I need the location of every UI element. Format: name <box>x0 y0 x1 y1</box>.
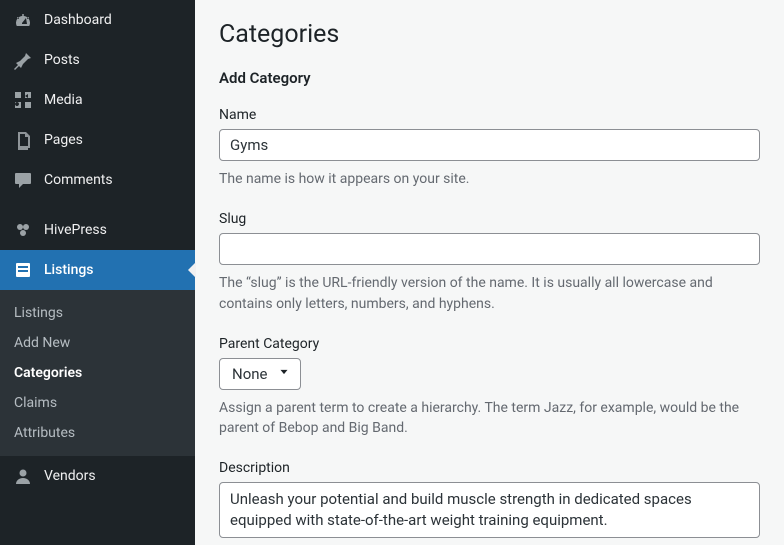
sidebar-item-label: Pages <box>44 132 83 148</box>
sidebar-item-label: Posts <box>44 52 80 68</box>
sidebar-item-label: Listings <box>44 262 94 278</box>
submenu-item-add-new[interactable]: Add New <box>0 328 195 358</box>
sidebar-item-label: Media <box>44 92 83 108</box>
section-title: Add Category <box>219 69 760 87</box>
submenu-item-listings[interactable]: Listings <box>0 298 195 328</box>
sidebar-item-vendors[interactable]: Vendors <box>0 456 195 496</box>
description-label: Description <box>219 460 760 476</box>
sidebar-item-label: Comments <box>44 172 113 188</box>
comment-icon <box>12 170 34 190</box>
description-textarea[interactable] <box>219 482 760 538</box>
sidebar-item-listings[interactable]: Listings <box>0 250 195 290</box>
sidebar-submenu: Listings Add New Categories Claims Attri… <box>0 290 195 456</box>
page-title: Categories <box>219 20 760 49</box>
slug-label: Slug <box>219 211 760 227</box>
field-description: Description <box>219 460 760 542</box>
dashboard-icon <box>12 10 34 30</box>
vendor-icon <box>12 466 34 486</box>
field-name: Name The name is how it appears on your … <box>219 107 760 189</box>
submenu-item-categories[interactable]: Categories <box>0 358 195 388</box>
submenu-item-attributes[interactable]: Attributes <box>0 418 195 448</box>
admin-sidebar: Dashboard Posts Media Pages Comments Hiv… <box>0 0 195 545</box>
field-parent-category: Parent Category None Assign a parent ter… <box>219 336 760 439</box>
sidebar-item-comments[interactable]: Comments <box>0 160 195 200</box>
name-description: The name is how it appears on your site. <box>219 169 760 189</box>
slug-input[interactable] <box>219 233 760 265</box>
field-slug: Slug The “slug” is the URL-friendly vers… <box>219 211 760 314</box>
sidebar-item-posts[interactable]: Posts <box>0 40 195 80</box>
sidebar-item-pages[interactable]: Pages <box>0 120 195 160</box>
listings-icon <box>12 260 34 280</box>
pages-icon <box>12 130 34 150</box>
name-label: Name <box>219 107 760 123</box>
parent-label: Parent Category <box>219 336 760 352</box>
hivepress-icon <box>12 220 34 240</box>
parent-select[interactable]: None <box>219 358 301 390</box>
sidebar-item-label: HivePress <box>44 222 107 238</box>
sidebar-item-label: Dashboard <box>44 12 112 28</box>
name-input[interactable] <box>219 129 760 161</box>
sidebar-item-label: Vendors <box>44 468 96 484</box>
main-content: Categories Add Category Name The name is… <box>195 0 784 545</box>
pin-icon <box>12 50 34 70</box>
slug-description: The “slug” is the URL-friendly version o… <box>219 273 760 314</box>
sidebar-item-hivepress[interactable]: HivePress <box>0 210 195 250</box>
parent-description: Assign a parent term to create a hierarc… <box>219 398 760 439</box>
sidebar-item-media[interactable]: Media <box>0 80 195 120</box>
submenu-item-claims[interactable]: Claims <box>0 388 195 418</box>
media-icon <box>12 90 34 110</box>
parent-select-wrap: None <box>219 358 301 390</box>
sidebar-item-dashboard[interactable]: Dashboard <box>0 0 195 40</box>
